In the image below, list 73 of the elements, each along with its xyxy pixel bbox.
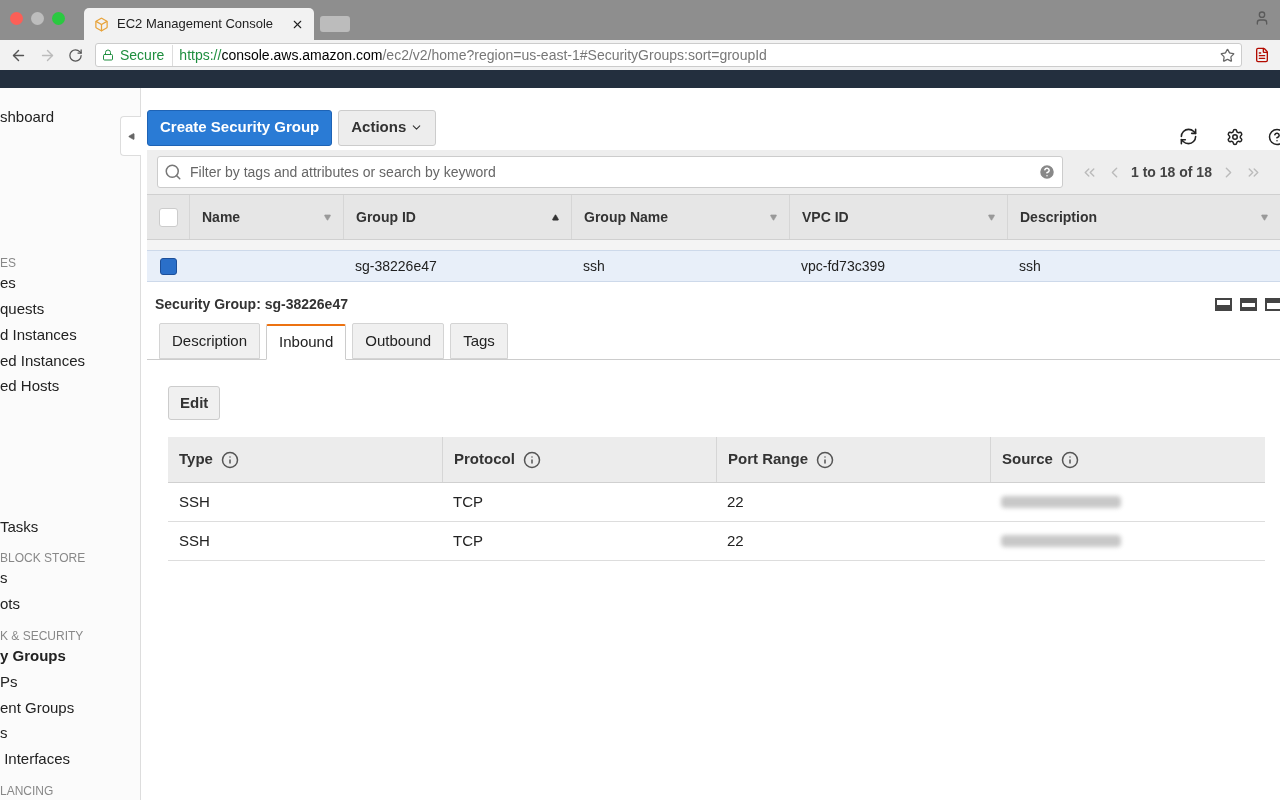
sidebar-item[interactable]: y Groups: [0, 645, 66, 671]
browser-tab[interactable]: EC2 Management Console: [84, 8, 314, 40]
collapse-sidebar-button[interactable]: [120, 116, 141, 156]
actions-button[interactable]: Actions: [338, 109, 437, 146]
sidebar-item[interactable]: s: [0, 722, 8, 749]
help-icon[interactable]: [1268, 127, 1280, 146]
sidebar-item[interactable]: d Instances: [0, 323, 77, 350]
pagination-label: 1 to 18 of 18: [1131, 162, 1212, 182]
column-header[interactable]: VPC ID: [789, 195, 1007, 239]
address-bar[interactable]: Secure https://console.aws.amazon.com/ec2/v2/home?region=us-east-1#SecurityGroups:sort=groupId: [95, 43, 1242, 67]
sidebar-item[interactable]: ed Hosts: [0, 375, 60, 402]
sidebar-section-header: LANCING: [0, 782, 55, 800]
sidebar-item[interactable]: shboard: [0, 106, 55, 132]
details-tab[interactable]: Description: [159, 323, 261, 359]
table-cell: TCP: [453, 492, 483, 510]
info-icon[interactable]: [816, 450, 834, 469]
sidebar-section-header: ES: [0, 255, 17, 273]
sidebar-item[interactable]: es: [0, 272, 16, 299]
table-cell: sg-38226e47: [355, 257, 437, 274]
sidebar-item[interactable]: quests: [0, 298, 45, 324]
info-icon[interactable]: [1060, 450, 1079, 469]
sidebar-item[interactable]: Ps: [0, 670, 18, 697]
column-header[interactable]: Group ID: [343, 195, 571, 239]
reload-icon[interactable]: [68, 47, 83, 63]
info-icon[interactable]: [522, 450, 541, 469]
sidebar-section-header: K & SECURITY: [0, 627, 85, 645]
sidebar-section-header: BLOCK STORE: [0, 550, 87, 568]
column-header: Source: [1002, 449, 1053, 470]
search-field[interactable]: Filter by tags and attributes or search by keyword: [157, 156, 1063, 188]
table-cell: SSH: [179, 492, 210, 510]
secure-label: Secure: [120, 44, 174, 66]
sidebar-item[interactable]: Tasks: [0, 515, 39, 542]
select-all-checkbox[interactable]: [158, 207, 178, 227]
table-cell: TCP: [453, 531, 483, 549]
details-tab[interactable]: Outbound: [352, 323, 445, 359]
caret-icon: [127, 132, 135, 140]
row-checkbox[interactable]: [159, 257, 177, 275]
table-cell: 22: [727, 492, 744, 510]
table-cell: vpc-fd73c399: [801, 257, 886, 274]
column-header: Protocol: [454, 449, 515, 470]
sidebar-item[interactable]: s: [0, 567, 8, 594]
sidebar-item[interactable]: ed Instances: [0, 349, 86, 376]
edit-button[interactable]: Edit: [168, 386, 221, 420]
column-header: Type: [179, 449, 213, 470]
pdf-icon[interactable]: [1254, 47, 1270, 63]
table-cell: 22: [727, 531, 744, 549]
search-icon: [164, 163, 182, 181]
column-header[interactable]: Name: [189, 195, 343, 239]
refresh-icon[interactable]: [1179, 127, 1198, 146]
sidebar-item[interactable]: ots: [0, 593, 20, 619]
star-icon[interactable]: [1220, 47, 1235, 63]
panel-layout-icon[interactable]: [1265, 297, 1280, 311]
details-title: Security Group: sg-38226e47: [155, 294, 348, 314]
table-cell: ssh: [583, 257, 605, 274]
column-header[interactable]: Group Name: [571, 195, 789, 239]
url-text: https://console.aws.amazon.com/ec2/v2/home?region=us-east-1#SecurityGroups:sort=groupId: [179, 45, 768, 65]
panel-layout-icon[interactable]: [1240, 297, 1257, 311]
panel-layout-icon[interactable]: [1215, 297, 1232, 311]
sidebar-item[interactable]: Interfaces: [0, 748, 71, 774]
sidebar-item[interactable]: ent Groups: [0, 696, 75, 723]
settings-icon[interactable]: [1226, 127, 1244, 146]
table-cell: ssh: [1019, 257, 1041, 274]
column-header: Port Range: [728, 449, 808, 470]
details-tab[interactable]: Inbound: [266, 324, 347, 360]
cube-icon: [94, 16, 109, 32]
info-icon[interactable]: [220, 450, 239, 469]
table-cell: SSH: [179, 531, 210, 549]
table-row[interactable]: sg-38226e47 ssh vpc-fd73c399 ssh: [147, 250, 1280, 282]
lock-icon: [102, 49, 114, 61]
create-security-group-button[interactable]: Create Security Group: [147, 109, 333, 146]
column-header[interactable]: Description: [1007, 195, 1280, 239]
tab-title: EC2 Management Console: [117, 15, 275, 34]
details-tab[interactable]: Tags: [450, 323, 508, 359]
